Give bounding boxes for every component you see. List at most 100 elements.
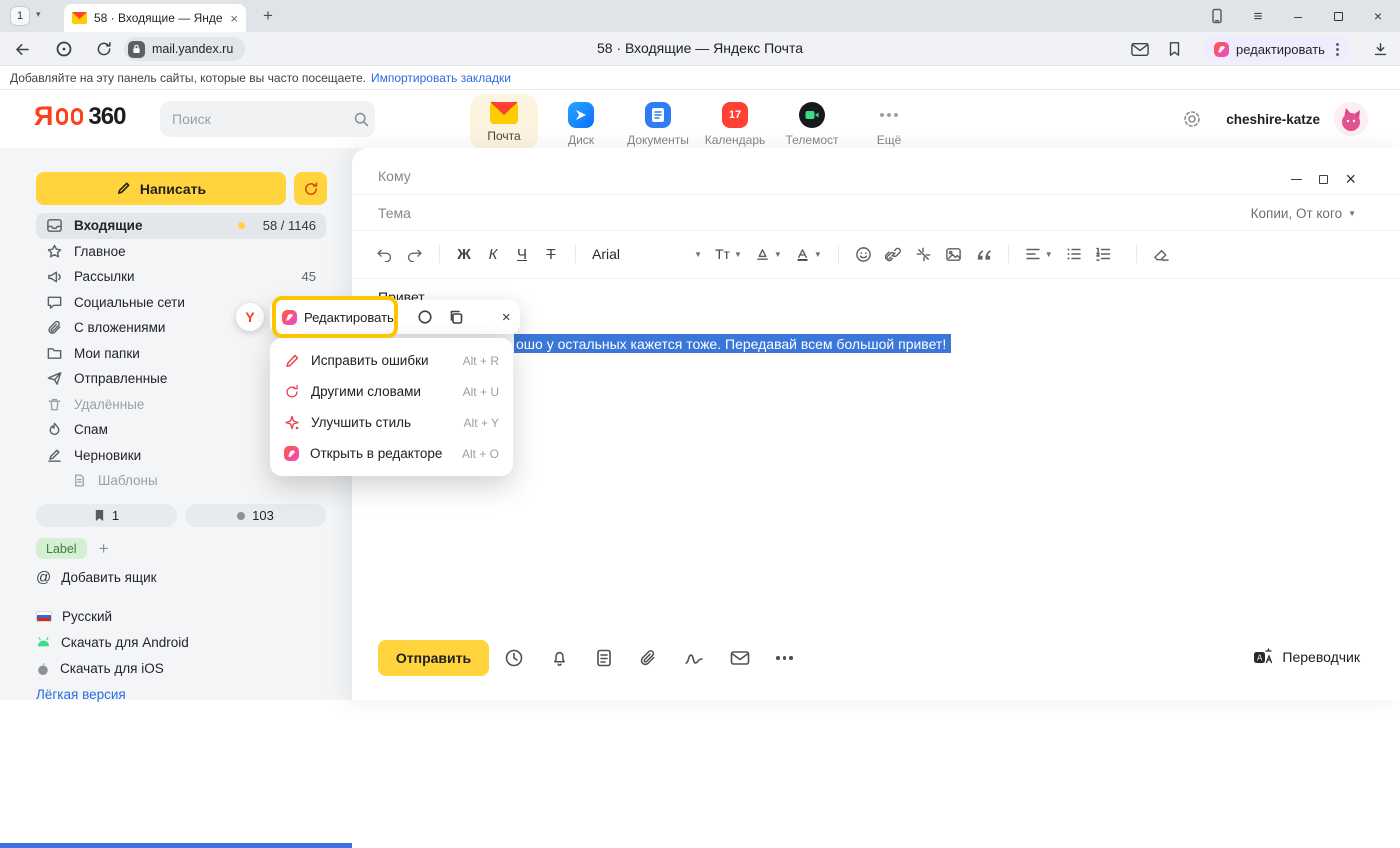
- username[interactable]: cheshire-katze: [1226, 112, 1320, 127]
- unread-count: 103: [252, 508, 274, 523]
- selected-text[interactable]: ошо у остальных кажется тоже. Передавай …: [514, 334, 951, 353]
- mail-service-icon: [490, 102, 518, 124]
- service-docs[interactable]: Документы: [624, 94, 692, 147]
- align-button[interactable]: ▼: [1025, 247, 1053, 261]
- search-box[interactable]: [160, 101, 375, 137]
- service-calendar[interactable]: 17 Календарь: [701, 94, 769, 147]
- refresh-button[interactable]: [294, 172, 327, 205]
- link-icon[interactable]: [885, 246, 902, 263]
- bullet-list-icon[interactable]: [1066, 247, 1082, 261]
- add-label-icon[interactable]: +: [99, 539, 109, 559]
- bell-icon[interactable]: [550, 648, 569, 668]
- more-vertical-icon[interactable]: [1336, 48, 1339, 51]
- sidebar-item-newsletters[interactable]: Рассылки 45: [36, 264, 326, 290]
- url-field[interactable]: mail.yandex.ru: [124, 37, 245, 61]
- numbered-list-icon[interactable]: [1095, 247, 1111, 261]
- protect-icon[interactable]: [52, 37, 76, 61]
- ai-circle-icon[interactable]: [417, 309, 433, 325]
- flagged-pill[interactable]: 1: [36, 504, 177, 527]
- browser-edit-button[interactable]: редактировать: [1204, 36, 1351, 62]
- font-family-select[interactable]: Arial ▼: [592, 246, 702, 262]
- menu-item-open-editor[interactable]: Открыть в редакторе Alt + O: [270, 438, 513, 469]
- download-icon[interactable]: [1368, 37, 1392, 61]
- sidebar-item-main[interactable]: Главное: [36, 239, 326, 265]
- add-mailbox[interactable]: @ Добавить ящик: [36, 569, 157, 586]
- template-icon[interactable]: [595, 648, 613, 668]
- import-bookmarks-link[interactable]: Импортировать закладки: [371, 71, 511, 85]
- compose-button[interactable]: Написать: [36, 172, 286, 205]
- bookmark-icon[interactable]: [1162, 37, 1186, 61]
- quote-icon[interactable]: [975, 247, 992, 261]
- translator-button[interactable]: А Переводчик: [1253, 648, 1360, 666]
- subject-field[interactable]: Тема: [378, 205, 411, 221]
- menu-item-rephrase[interactable]: Другими словами Alt + U: [270, 376, 513, 407]
- service-disk[interactable]: Диск: [547, 94, 615, 147]
- search-icon[interactable]: [353, 111, 370, 128]
- menu-item-fix-errors[interactable]: Исправить ошибки Alt + R: [270, 345, 513, 376]
- language-link[interactable]: Русский: [36, 608, 189, 624]
- text-color-button[interactable]: ▼: [795, 247, 822, 262]
- attach-icon[interactable]: [639, 648, 658, 668]
- highlight-color-button[interactable]: ▼: [755, 247, 782, 262]
- undo-icon[interactable]: [376, 247, 393, 262]
- cc-from-toggle[interactable]: Копии, От кого ▼: [1251, 206, 1356, 221]
- service-mail[interactable]: Почта: [470, 94, 538, 150]
- browser-menu-icon[interactable]: ≡: [1247, 6, 1269, 26]
- minimize-icon[interactable]: [1291, 179, 1302, 180]
- service-telemost[interactable]: Телемост: [778, 94, 846, 147]
- image-icon[interactable]: [945, 246, 962, 263]
- folder-label: С вложениями: [74, 320, 165, 335]
- window-close-button[interactable]: ×: [1358, 0, 1398, 32]
- gear-icon[interactable]: [1182, 109, 1202, 129]
- window-maximize-button[interactable]: [1318, 0, 1358, 32]
- browser-tab[interactable]: 58 · Входящие — Янде ×: [64, 4, 246, 32]
- chevron-down-icon[interactable]: ▾: [36, 9, 41, 20]
- unread-pill[interactable]: 103: [185, 504, 326, 527]
- back-icon[interactable]: [10, 37, 34, 61]
- yandex-360-logo[interactable]: Я 360: [34, 103, 125, 130]
- window-minimize-button[interactable]: –: [1278, 0, 1318, 32]
- redo-icon[interactable]: [406, 247, 423, 262]
- send-to-device-icon[interactable]: [1206, 6, 1228, 26]
- search-input[interactable]: [172, 111, 353, 127]
- tab-group-button[interactable]: 1: [10, 6, 30, 26]
- close-icon[interactable]: ×: [502, 309, 511, 326]
- clock-icon[interactable]: [504, 648, 524, 668]
- calendar-service-icon: 17: [722, 102, 748, 128]
- unlink-icon[interactable]: [915, 246, 932, 263]
- folder-label: Мои папки: [74, 346, 140, 361]
- to-field[interactable]: Кому: [378, 168, 411, 184]
- send-button[interactable]: Отправить: [378, 640, 489, 676]
- more-options-icon[interactable]: [776, 656, 793, 660]
- label-tag[interactable]: Label: [36, 538, 87, 559]
- postcard-icon[interactable]: [730, 650, 750, 666]
- mail-toolbar-icon[interactable]: [1128, 37, 1152, 61]
- lock-icon[interactable]: [128, 41, 145, 58]
- tab-close-icon[interactable]: ×: [230, 12, 238, 25]
- font-size-select[interactable]: Tт ▼: [715, 246, 742, 262]
- strikethrough-button[interactable]: Т: [543, 246, 559, 263]
- ai-edit-label: Редактировать: [304, 310, 394, 325]
- chevron-down-icon: ▼: [694, 250, 702, 259]
- expand-icon[interactable]: [1319, 175, 1328, 184]
- menu-item-improve-style[interactable]: Улучшить стиль Alt + Y: [270, 407, 513, 438]
- ios-link[interactable]: Скачать для iOS: [36, 660, 189, 676]
- ai-edit-button[interactable]: Редактировать: [282, 310, 394, 325]
- bold-button[interactable]: Ж: [456, 246, 472, 263]
- sidebar-item-inbox[interactable]: Входящие 58 / 1146: [36, 213, 326, 239]
- paperclip-icon: [46, 319, 63, 336]
- italic-button[interactable]: К: [485, 246, 501, 263]
- copy-icon[interactable]: [448, 309, 464, 325]
- new-tab-button[interactable]: +: [256, 4, 280, 28]
- service-more[interactable]: Ещё: [855, 94, 923, 147]
- avatar[interactable]: [1334, 102, 1368, 136]
- url-text: mail.yandex.ru: [152, 42, 233, 56]
- yandex-ai-badge[interactable]: Y: [236, 303, 264, 331]
- reload-icon[interactable]: [92, 37, 116, 61]
- signature-icon[interactable]: [684, 649, 704, 667]
- eraser-icon[interactable]: [1153, 247, 1170, 262]
- emoji-icon[interactable]: [855, 246, 872, 263]
- close-icon[interactable]: ×: [1345, 170, 1356, 188]
- underline-button[interactable]: Ч: [514, 246, 530, 263]
- android-link[interactable]: Скачать для Android: [36, 634, 189, 650]
